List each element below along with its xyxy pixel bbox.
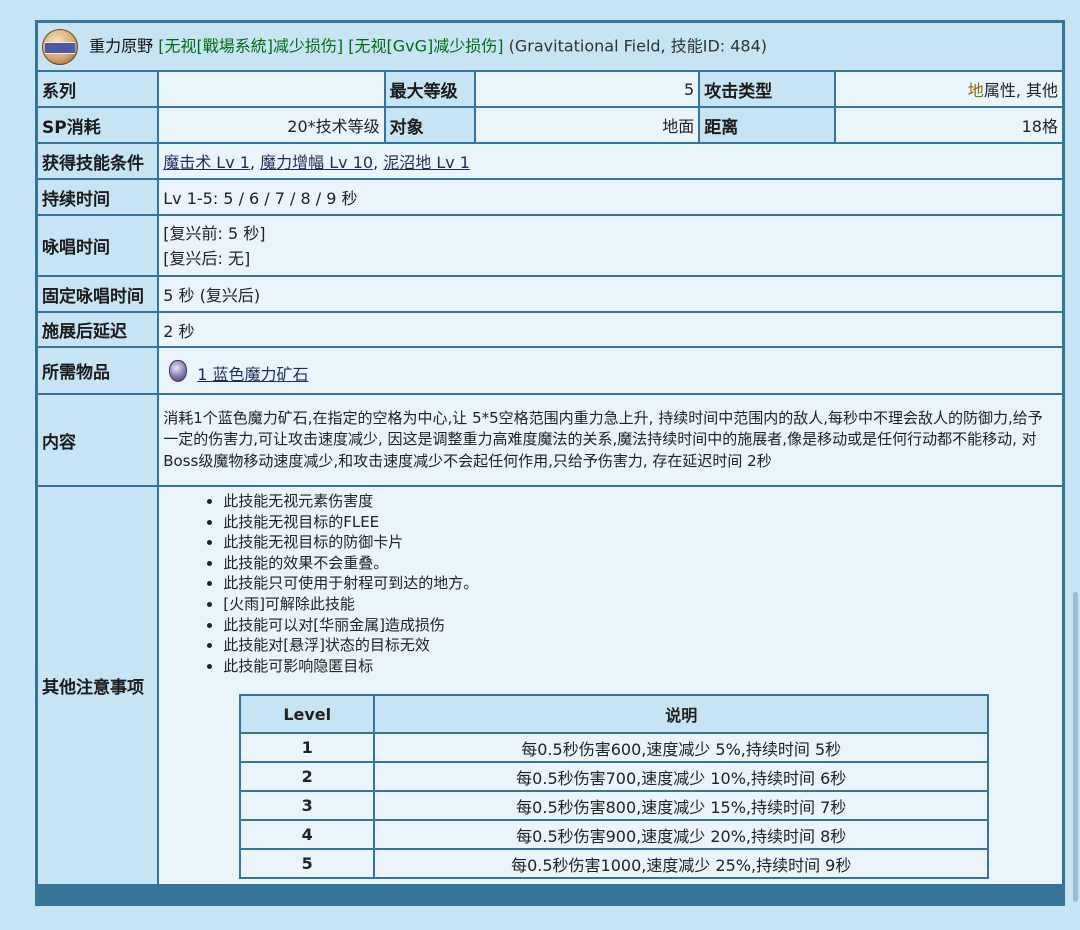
list-item: 此技能对[悬浮]状态的目标无效 (223, 635, 1058, 656)
skill-info-frame: 重力原野 [无视[戰場系統]减少损伤] [无视[GvG]减少损伤] (Gravi… (35, 20, 1065, 906)
list-item: 此技能可以对[华丽金属]造成损伤 (223, 615, 1058, 636)
description-cell: 每0.5秒伤害700,速度减少 10%,持续时间 6秒 (373, 761, 990, 793)
content-value: 消耗1个蓝色魔力矿石,在指定的空格为中心,让 5*5空格范围内重力急上升, 持续… (159, 395, 1062, 485)
description-column-header: 说明 (373, 694, 990, 735)
level-cell: 2 (239, 761, 376, 793)
list-item: 此技能无视元素伤害度 (223, 491, 1058, 512)
sp-cost-value: 20*技术等级 (159, 108, 384, 142)
table-row: 1 每0.5秒伤害600,速度减少 5%,持续时间 5秒 (239, 732, 990, 764)
table-row: 2 每0.5秒伤害700,速度减少 10%,持续时间 6秒 (239, 761, 990, 793)
skill-title-cell: 重力原野 [无视[戰場系統]减少损伤] [无视[GvG]减少损伤] (Gravi… (38, 23, 1062, 70)
skill-info-table: 重力原野 [无视[戰場系統]减少损伤] [无视[GvG]减少损伤] (Gravi… (36, 21, 1064, 886)
level-column-header: Level (239, 694, 376, 735)
req-link-quagmire[interactable]: 泥沼地 Lv 1 (383, 153, 470, 172)
max-level-label: 最大等级 (385, 72, 474, 106)
tag-gvg: [无视[GvG]减少损伤] (348, 36, 504, 55)
tag-battleground: [无视[戰場系統]减少损伤] (158, 36, 344, 55)
cast-time-pre-renewal: [复兴前: 5 秒] (163, 223, 266, 243)
table-row: 5 每0.5秒伤害1000,速度减少 25%,持续时间 9秒 (239, 848, 990, 880)
after-delay-label: 施展后延迟 (38, 313, 158, 346)
skill-name: 重力原野 (89, 36, 154, 55)
items-value: 1 蓝色魔力矿石 (159, 348, 1062, 393)
list-item: [火雨]可解除此技能 (223, 594, 1058, 615)
description-cell: 每0.5秒伤害800,速度减少 15%,持续时间 7秒 (373, 790, 990, 822)
skill-icon (42, 28, 78, 65)
fixed-cast-label: 固定咏唱时间 (38, 277, 158, 311)
notes-list: 此技能无视元素伤害度 此技能无视目标的FLEE 此技能无视目标的防御卡片 此技能… (163, 491, 1058, 676)
attack-type-value: 地属性, 其他 (836, 72, 1062, 106)
list-item: 此技能可影响隐匿目标 (223, 656, 1058, 677)
cast-time-renewal: [复兴后: 无] (163, 248, 251, 268)
skill-meta: (Gravitational Field, 技能ID: 484) (508, 36, 768, 55)
range-label: 距离 (700, 108, 835, 142)
description-cell: 每0.5秒伤害600,速度减少 5%,持续时间 5秒 (373, 732, 990, 764)
level-cell: 3 (239, 790, 376, 822)
items-label: 所需物品 (38, 348, 158, 393)
max-level-value: 5 (475, 72, 699, 106)
req-link-magic-amplify[interactable]: 魔力增幅 Lv 10 (260, 153, 373, 172)
series-value (159, 72, 384, 106)
notes-value: 此技能无视元素伤害度 此技能无视目标的FLEE 此技能无视目标的防御卡片 此技能… (159, 487, 1062, 885)
level-table: Level 说明 1 每0.5秒伤害600,速度减少 5%,持续时间 5秒 2 … (239, 694, 990, 880)
cast-time-value: [复兴前: 5 秒] [复兴后: 无] (159, 216, 1062, 275)
content-label: 内容 (38, 395, 158, 485)
duration-value: Lv 1-5: 5 / 6 / 7 / 8 / 9 秒 (159, 180, 1062, 214)
after-delay-value: 2 秒 (159, 313, 1062, 346)
list-item: 此技能无视目标的FLEE (223, 512, 1058, 533)
duration-label: 持续时间 (38, 180, 158, 214)
attack-type-rest: 属性, 其他 (983, 81, 1058, 100)
fixed-cast-value: 5 秒 (复兴后) (159, 277, 1062, 311)
element-text: 地 (967, 81, 984, 100)
list-item: 此技能的效果不会重叠。 (223, 553, 1058, 574)
table-row: 4 每0.5秒伤害900,速度减少 20%,持续时间 8秒 (239, 819, 990, 851)
cast-time-label: 咏唱时间 (38, 216, 158, 275)
description-cell: 每0.5秒伤害1000,速度减少 25%,持续时间 9秒 (373, 848, 990, 880)
level-cell: 4 (239, 819, 376, 851)
list-item: 此技能只可使用于射程可到达的地方。 (223, 573, 1058, 594)
vertical-scrollbar[interactable] (1073, 592, 1078, 902)
notes-label: 其他注意事项 (38, 487, 158, 885)
table-row: 3 每0.5秒伤害800,速度减少 15%,持续时间 7秒 (239, 790, 990, 822)
list-item: 此技能无视目标的防御卡片 (223, 532, 1058, 553)
series-label: 系列 (38, 72, 158, 106)
level-cell: 5 (239, 848, 376, 880)
sp-cost-label: SP消耗 (38, 108, 158, 142)
target-label: 对象 (385, 108, 474, 142)
requirements-label: 获得技能条件 (38, 144, 158, 178)
range-value: 18格 (836, 108, 1062, 142)
req-link-soul-strike[interactable]: 魔击术 Lv 1 (163, 153, 250, 172)
requirements-value: 魔击术 Lv 1, 魔力增幅 Lv 10, 泥沼地 Lv 1 (159, 144, 1062, 178)
item-link-blue-gemstone[interactable]: 1 蓝色魔力矿石 (197, 365, 308, 384)
blue-gemstone-icon (169, 360, 188, 382)
level-cell: 1 (239, 732, 376, 764)
target-value: 地面 (475, 108, 699, 142)
attack-type-label: 攻击类型 (700, 72, 835, 106)
level-table-header: Level 说明 (239, 694, 990, 735)
description-cell: 每0.5秒伤害900,速度减少 20%,持续时间 8秒 (373, 819, 990, 851)
